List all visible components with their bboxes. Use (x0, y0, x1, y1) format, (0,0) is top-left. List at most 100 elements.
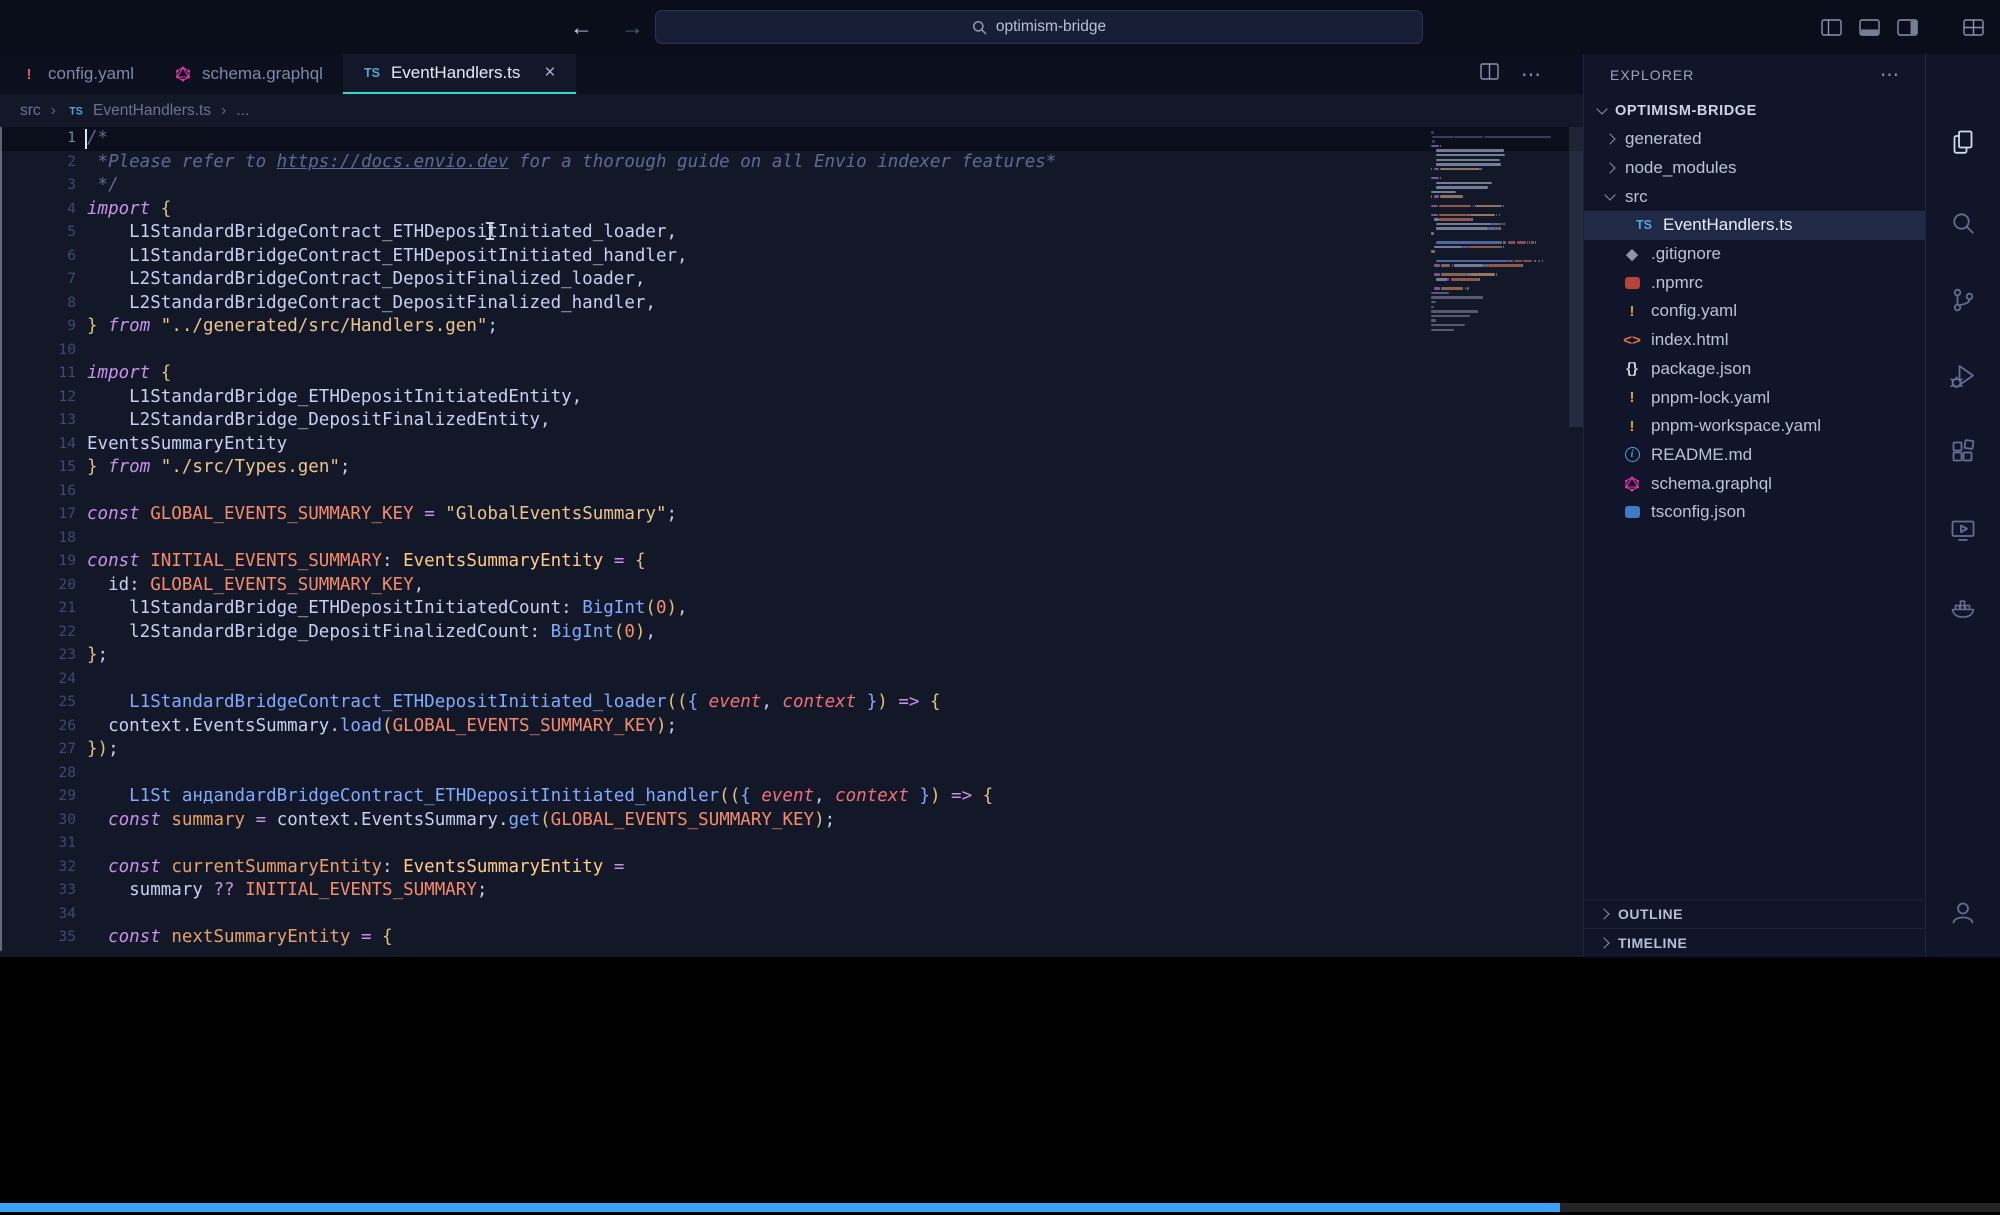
code-line[interactable]: 12 L1StandardBridge_ETHDepositInitiatedE… (0, 386, 1583, 410)
file-readme-md[interactable]: iREADME.md (1584, 441, 1925, 470)
chevron-right-icon (1604, 134, 1615, 145)
back-arrow-icon[interactable]: ← (570, 14, 593, 41)
breadcrumb-item-src[interactable]: src (20, 102, 41, 120)
line-number: 26 (0, 715, 76, 739)
line-number: 4 (0, 198, 76, 222)
file-gitignore[interactable]: ◆.gitignore (1584, 240, 1925, 269)
section-outline[interactable]: OUTLINE (1584, 899, 1925, 928)
file-label: config.yaml (1651, 301, 1737, 321)
vertical-scrollbar[interactable] (1569, 127, 1583, 427)
code-text: L2StandardBridge_DepositFinalizedEntity, (87, 409, 551, 433)
code-line[interactable]: 34 (0, 903, 1583, 927)
command-center-search[interactable]: optimism-bridge (655, 10, 1423, 44)
file-pnpm-lock-yaml[interactable]: !pnpm-lock.yaml (1584, 383, 1925, 412)
toggle-secondary-sidebar-icon[interactable] (1897, 19, 1918, 36)
code-line[interactable]: 2 *Please refer to https://docs.envio.de… (0, 151, 1583, 175)
toggle-primary-sidebar-icon[interactable] (1821, 19, 1842, 36)
code-line[interactable]: 28 (0, 762, 1583, 786)
code-line[interactable]: 14EventsSummaryEntity (0, 433, 1583, 457)
code-text: } from "../generated/src/Handlers.gen"; (87, 315, 498, 339)
extensions-icon[interactable] (1948, 437, 1978, 467)
tab-config-yaml[interactable]: !config.yaml (0, 54, 154, 94)
search-icon[interactable] (1948, 209, 1978, 239)
file-label: generated (1625, 129, 1702, 149)
breadcrumb-item-eventhandlers-ts[interactable]: TSEventHandlers.ts (66, 102, 211, 120)
code-line[interactable]: 4import { (0, 198, 1583, 222)
code-line[interactable]: 13 L2StandardBridge_DepositFinalizedEnti… (0, 409, 1583, 433)
code-editor[interactable]: 1/*2 *Please refer to https://docs.envio… (0, 127, 1583, 957)
code-line[interactable]: 11import { (0, 362, 1583, 386)
code-line[interactable]: 27}); (0, 738, 1583, 762)
code-text: L1StandardBridgeContract_ETHDepositIniti… (87, 245, 688, 269)
live-preview-icon[interactable] (1948, 515, 1978, 545)
code-line[interactable]: 35 const nextSummaryEntity = { (0, 926, 1583, 950)
file-config-yaml[interactable]: !config.yaml (1584, 297, 1925, 326)
folder-generated[interactable]: generated (1584, 125, 1925, 154)
customize-layout-icon[interactable] (1963, 19, 1984, 36)
title-bar: ← → optimism-bridge (0, 0, 2000, 54)
code-line[interactable]: 10 (0, 339, 1583, 363)
line-number: 13 (0, 409, 76, 433)
code-line[interactable]: 15} from "./src/Types.gen"; (0, 456, 1583, 480)
code-line[interactable]: 9} from "../generated/src/Handlers.gen"; (0, 315, 1583, 339)
run-debug-icon[interactable] (1948, 361, 1978, 391)
file-tsconfig-json[interactable]: tsconfig.json (1584, 498, 1925, 527)
code-line[interactable]: 33 summary ?? INITIAL_EVENTS_SUMMARY; (0, 879, 1583, 903)
code-line[interactable]: 31 (0, 832, 1583, 856)
line-number: 34 (0, 903, 76, 927)
close-icon[interactable]: × (544, 62, 555, 84)
code-line[interactable]: 32 const currentSummaryEntity: EventsSum… (0, 856, 1583, 880)
code-line[interactable]: 1/* (0, 127, 1583, 151)
code-line[interactable]: 23}; (0, 644, 1583, 668)
video-progress-bar[interactable] (0, 1203, 2000, 1212)
code-line[interactable]: 19const INITIAL_EVENTS_SUMMARY: EventsSu… (0, 550, 1583, 574)
toggle-panel-icon[interactable] (1859, 19, 1880, 36)
code-text: L2StandardBridgeContract_DepositFinalize… (87, 292, 656, 316)
views-more-icon[interactable]: ⋯ (1880, 64, 1899, 87)
code-line[interactable]: 25 L1StandardBridgeContract_ETHDepositIn… (0, 691, 1583, 715)
code-line[interactable]: 17const GLOBAL_EVENTS_SUMMARY_KEY = "Glo… (0, 503, 1583, 527)
code-line[interactable]: 6 L1StandardBridgeContract_ETHDepositIni… (0, 245, 1583, 269)
section-timeline[interactable]: TIMELINE (1584, 928, 1925, 957)
code-line[interactable]: 29 L1St андandardBridgeContract_ETHDepos… (0, 785, 1583, 809)
file-npmrc[interactable]: .npmrc (1584, 268, 1925, 297)
file-eventhandlers-ts[interactable]: TSEventHandlers.ts (1584, 211, 1925, 240)
account-icon[interactable] (1948, 897, 1978, 927)
code-line[interactable]: 8 L2StandardBridgeContract_DepositFinali… (0, 292, 1583, 316)
code-line[interactable]: 30 const summary = context.EventsSummary… (0, 809, 1583, 833)
file-package-json[interactable]: {}package.json (1584, 355, 1925, 384)
breadcrumb-item-[interactable]: ... (236, 102, 249, 120)
code-line[interactable]: 5 L1StandardBridgeContract_ETHDepositIni… (0, 221, 1583, 245)
forward-arrow-icon[interactable]: → (621, 14, 644, 41)
file-index-html[interactable]: <>index.html (1584, 326, 1925, 355)
folder-src[interactable]: src (1584, 182, 1925, 211)
source-control-icon[interactable] (1948, 285, 1978, 315)
code-line[interactable]: 18 (0, 527, 1583, 551)
code-line[interactable]: 22 l2StandardBridge_DepositFinalizedCoun… (0, 621, 1583, 645)
yaml-icon: ! (1622, 389, 1642, 406)
tab-eventhandlers-ts[interactable]: TSEventHandlers.ts× (343, 54, 576, 94)
code-line[interactable]: 7 L2StandardBridgeContract_DepositFinali… (0, 268, 1583, 292)
line-number: 17 (0, 503, 76, 527)
code-line[interactable]: 21 l1StandardBridge_ETHDepositInitiatedC… (0, 597, 1583, 621)
split-editor-icon[interactable] (1480, 63, 1499, 86)
code-text: }); (87, 738, 119, 762)
code-line[interactable]: 26 context.EventsSummary.load(GLOBAL_EVE… (0, 715, 1583, 739)
docker-icon[interactable] (1948, 593, 1978, 623)
line-number: 35 (0, 926, 76, 950)
project-root-row[interactable]: OPTIMISM-BRIDGE (1584, 96, 1925, 125)
tab-schema-graphql[interactable]: schema.graphql (154, 54, 343, 94)
file-schema-graphql[interactable]: schema.graphql (1584, 469, 1925, 498)
file-pnpm-workspace-yaml[interactable]: !pnpm-workspace.yaml (1584, 412, 1925, 441)
explorer-icon[interactable] (1948, 127, 1978, 157)
code-line[interactable]: 3 */ (0, 174, 1583, 198)
folder-node-modules[interactable]: node_modules (1584, 154, 1925, 183)
code-line[interactable]: 24 (0, 668, 1583, 692)
code-line[interactable]: 20 id: GLOBAL_EVENTS_SUMMARY_KEY, (0, 574, 1583, 598)
editor-more-icon[interactable]: ⋯ (1521, 62, 1541, 87)
search-value: optimism-bridge (996, 18, 1106, 36)
code-text: l1StandardBridge_ETHDepositInitiatedCoun… (87, 597, 688, 621)
minimap[interactable] (1431, 130, 1559, 332)
code-line[interactable]: 16 (0, 480, 1583, 504)
file-label: pnpm-workspace.yaml (1651, 416, 1821, 436)
